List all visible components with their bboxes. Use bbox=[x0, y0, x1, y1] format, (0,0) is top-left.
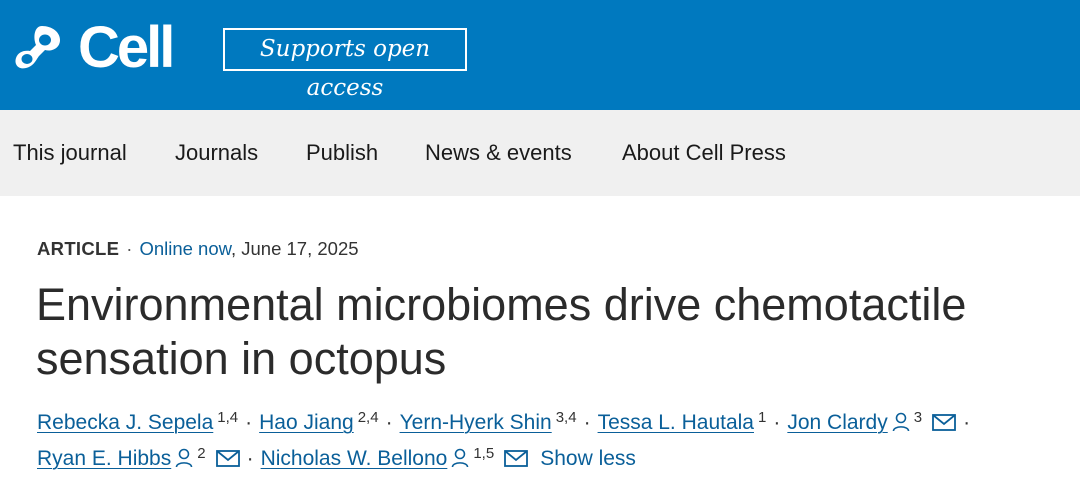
author-link[interactable]: Hao Jiang bbox=[259, 411, 354, 434]
article-meta: ARTICLE · Online now, June 17, 2025 bbox=[37, 237, 359, 261]
nav-journals[interactable]: Journals bbox=[175, 140, 258, 166]
author-link[interactable]: Yern-Hyerk Shin bbox=[400, 411, 552, 434]
email-icon[interactable] bbox=[215, 450, 240, 468]
separator-dot: · bbox=[583, 411, 591, 434]
author-line-1: Rebecka J. Sepela 1,4 · Hao Jiang 2,4 · Yern-H… bbox=[37, 400, 1072, 436]
header-bar: Cell Supports open access bbox=[0, 0, 1080, 110]
online-status-link[interactable]: Online now bbox=[139, 238, 231, 259]
author-affiliation: 2,4 bbox=[357, 409, 379, 426]
nav-publish[interactable]: Publish bbox=[306, 140, 378, 166]
cell-logo-icon bbox=[15, 26, 60, 69]
publication-date: , June 17, 2025 bbox=[230, 238, 359, 259]
show-less-button[interactable]: Show less bbox=[540, 447, 636, 470]
author-link[interactable]: Nicholas W. Bellono bbox=[261, 447, 448, 470]
author-link[interactable]: Rebecka J. Sepela bbox=[37, 411, 213, 434]
nav-news-events[interactable]: News & events bbox=[425, 140, 572, 166]
brand-name: Cell bbox=[78, 15, 175, 80]
email-icon[interactable] bbox=[504, 450, 529, 468]
cell-logo[interactable]: Cell bbox=[12, 15, 175, 80]
separator-dot: · bbox=[963, 411, 971, 434]
author-link[interactable]: Jon Clardy bbox=[787, 411, 887, 434]
author-affiliation: 3 bbox=[913, 409, 923, 426]
person-icon[interactable] bbox=[892, 412, 910, 432]
nav-about-cell-press[interactable]: About Cell Press bbox=[622, 140, 786, 166]
person-icon[interactable] bbox=[175, 448, 193, 468]
author-affiliation: 2 bbox=[197, 445, 206, 462]
email-icon[interactable] bbox=[932, 414, 956, 432]
main-nav: This journal Journals Publish News & eve… bbox=[0, 110, 1080, 196]
author-affiliation: 1 bbox=[758, 409, 767, 426]
author-affiliation: 1,4 bbox=[217, 409, 239, 426]
separator-dot: · bbox=[773, 411, 781, 434]
person-icon[interactable] bbox=[451, 448, 469, 468]
separator-dot: · bbox=[385, 411, 393, 434]
author-link[interactable]: Tessa L. Hautala bbox=[598, 411, 754, 434]
separator-dot: · bbox=[126, 238, 133, 259]
author-line-2: Ryan E. Hibbs 2 · Nicholas W. Bellono 1,5 Sho… bbox=[37, 436, 1072, 472]
author-affiliation: 1,5 bbox=[473, 445, 495, 462]
separator-dot: · bbox=[245, 411, 253, 434]
author-list: Rebecka J. Sepela 1,4 · Hao Jiang 2,4 · Yern-H… bbox=[37, 400, 1072, 472]
author-affiliation: 3,4 bbox=[555, 409, 577, 426]
article-type: ARTICLE bbox=[37, 238, 120, 259]
nav-this-journal[interactable]: This journal bbox=[13, 140, 127, 166]
article-title: Environmental microbiomes drive chemotac… bbox=[36, 279, 967, 384]
separator-dot: · bbox=[246, 447, 254, 470]
author-link[interactable]: Ryan E. Hibbs bbox=[37, 447, 171, 470]
open-access-badge[interactable]: Supports open access bbox=[223, 28, 467, 101]
